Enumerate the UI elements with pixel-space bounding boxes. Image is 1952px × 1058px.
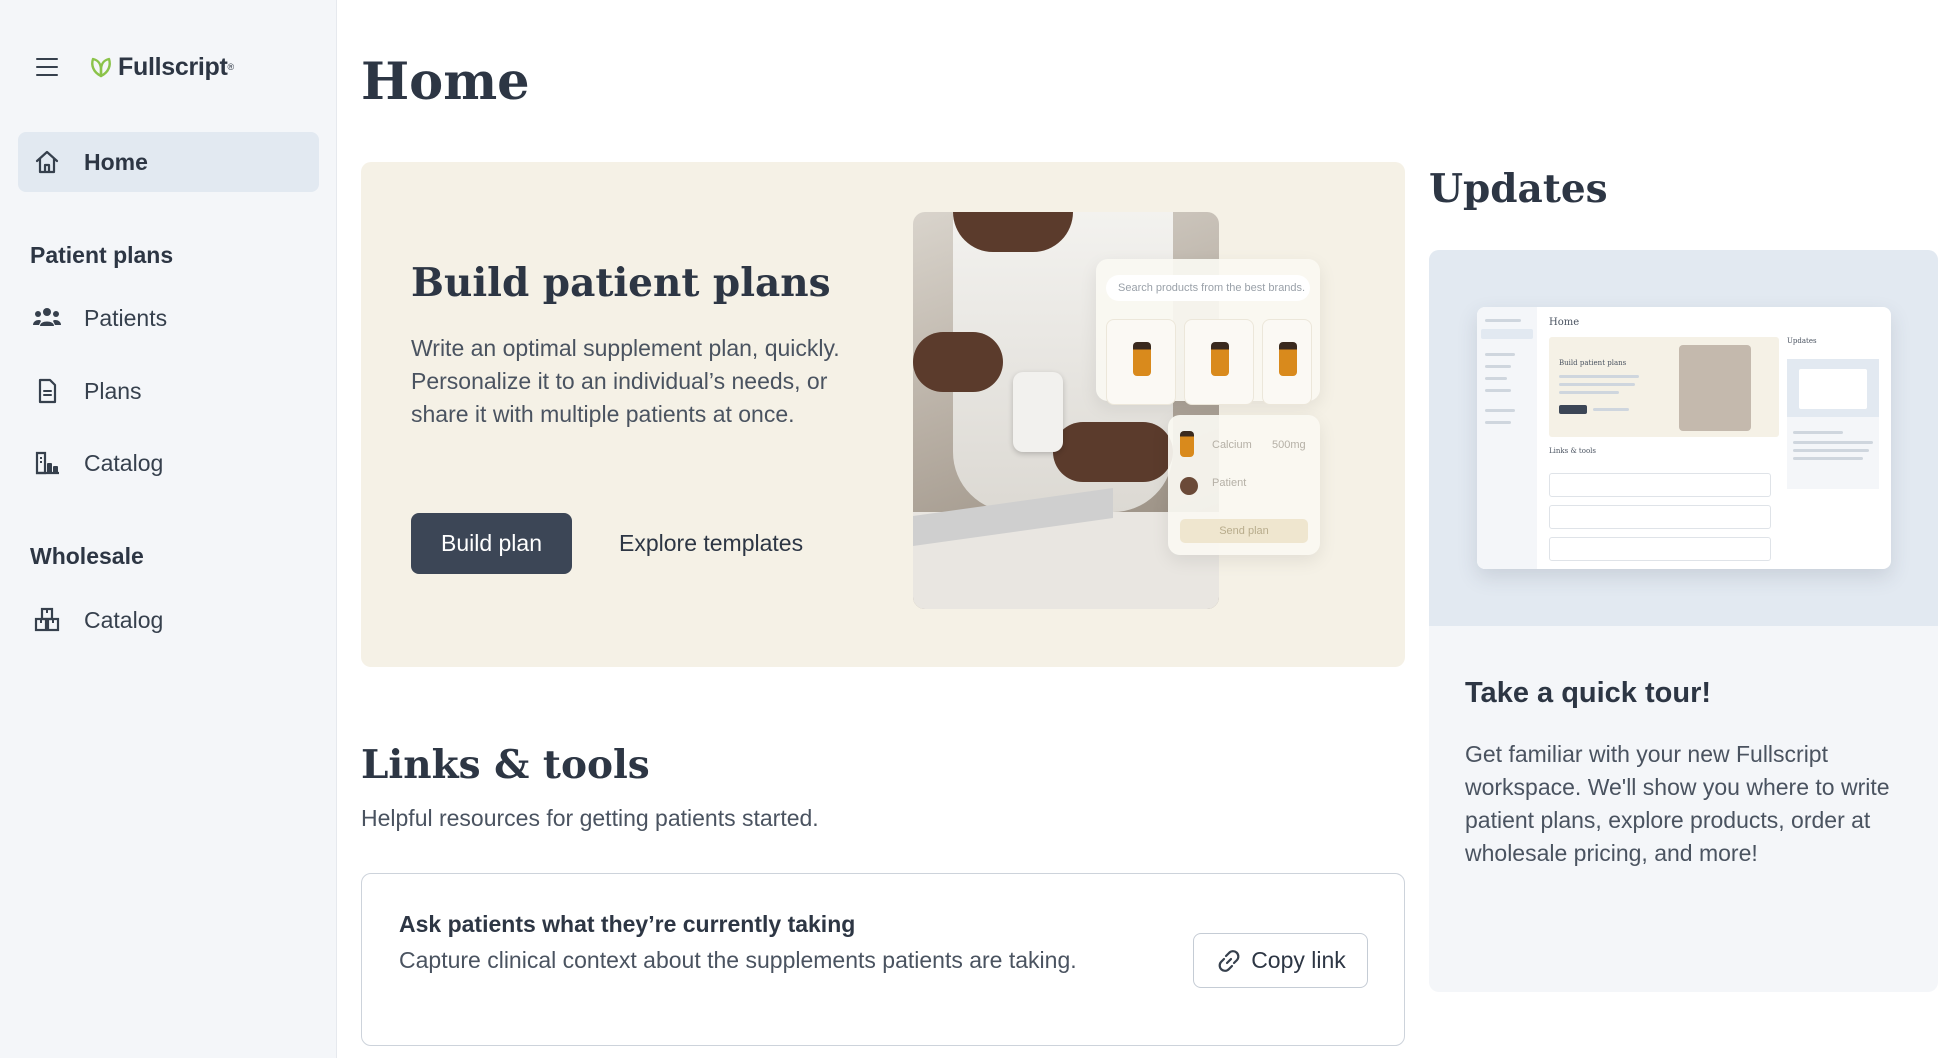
build-plan-button[interactable]: Build plan (411, 513, 572, 574)
catalog-icon (30, 446, 64, 480)
page-title: Home (361, 52, 530, 112)
mini-updates-title: Updates (1787, 337, 1817, 345)
product-search-card: Search products from the best brands. (1096, 259, 1320, 405)
sidebar-item-label: Catalog (84, 606, 164, 633)
mini-link-row (1549, 505, 1771, 529)
banner-title: Build patient plans (411, 260, 831, 306)
wholesale-heading: Wholesale (30, 543, 144, 569)
copy-link-label: Copy link (1251, 947, 1346, 973)
update-card[interactable]: Home Build patient plans Links & tools U… (1429, 250, 1938, 992)
patient-plans-heading: Patient plans (30, 242, 174, 268)
sidebar: Fullscript ® Home Patient plans Patients … (0, 0, 337, 1058)
hand-shape (1053, 422, 1173, 482)
tool-description: Capture clinical context about the suppl… (399, 947, 1077, 973)
sidebar-item-label: Home (84, 148, 148, 175)
mini-patient-label: Patient (1212, 477, 1247, 489)
sidebar-item-wholesale-catalog[interactable]: Catalog (18, 590, 319, 650)
sidebar-header: Fullscript ® (32, 52, 234, 82)
plan-preview-card: Calcium 500mg Patient Send plan (1168, 415, 1320, 555)
mini-hero: Build patient plans (1549, 337, 1779, 437)
build-plans-banner: Build patient plans Write an optimal sup… (361, 162, 1405, 667)
sidebar-item-label: Patients (84, 304, 168, 331)
sidebar-item-patients[interactable]: Patients (18, 288, 319, 348)
explore-templates-button[interactable]: Explore templates (619, 513, 803, 574)
product-tile (1106, 319, 1176, 405)
document-icon (30, 374, 64, 408)
mini-link-row (1549, 537, 1771, 561)
tool-title: Ask patients what they’re currently taki… (399, 911, 856, 937)
avatar (1180, 477, 1198, 495)
banner-description: Write an optimal supplement plan, quickl… (411, 335, 840, 427)
mini-update-card (1787, 359, 1879, 489)
copy-link-button[interactable]: Copy link (1193, 933, 1368, 988)
hand-shape (913, 332, 1003, 392)
links-tools-title: Links & tools (361, 742, 650, 788)
sidebar-item-home[interactable]: Home (18, 132, 319, 192)
product-tile (1184, 319, 1254, 405)
logo-text: Fullscript (118, 52, 228, 81)
tour-title: Take a quick tour! (1465, 677, 1712, 709)
mini-dose-label: 500mg (1272, 439, 1306, 451)
product-tile (1262, 319, 1312, 405)
mini-search-bar: Search products from the best brands. (1106, 275, 1310, 301)
workspace-preview-image: Home Build patient plans Links & tools U… (1429, 250, 1938, 626)
registered-mark: ® (227, 62, 235, 72)
mini-link-row (1549, 473, 1771, 497)
mini-home-title: Home (1549, 317, 1580, 328)
patients-icon (30, 301, 64, 335)
boxes-icon (30, 603, 64, 637)
links-tools-subtitle: Helpful resources for getting patients s… (361, 805, 819, 831)
mini-workspace-screenshot: Home Build patient plans Links & tools U… (1477, 307, 1891, 569)
mini-sidebar (1477, 307, 1537, 569)
updates-title: Updates (1429, 166, 1608, 212)
sidebar-item-label: Catalog (84, 449, 164, 476)
mini-send-plan-button: Send plan (1180, 519, 1308, 543)
white-bottle-shape (1013, 372, 1063, 452)
link-icon (1218, 949, 1240, 972)
mini-calcium-label: Calcium (1212, 439, 1252, 451)
sidebar-item-label: Plans (84, 377, 142, 404)
tool-card: Ask patients what they’re currently taki… (361, 873, 1405, 1046)
fullscript-logo[interactable]: Fullscript ® (88, 53, 234, 82)
mini-links-title: Links & tools (1549, 447, 1596, 455)
sidebar-item-catalog[interactable]: Catalog (18, 433, 319, 493)
menu-icon[interactable] (32, 52, 62, 82)
mini-hero-title: Build patient plans (1559, 359, 1627, 367)
sidebar-item-plans[interactable]: Plans (18, 361, 319, 421)
home-icon (30, 145, 64, 179)
tour-description: Get familiar with your new Fullscript wo… (1465, 741, 1890, 866)
leaf-icon (91, 57, 111, 78)
